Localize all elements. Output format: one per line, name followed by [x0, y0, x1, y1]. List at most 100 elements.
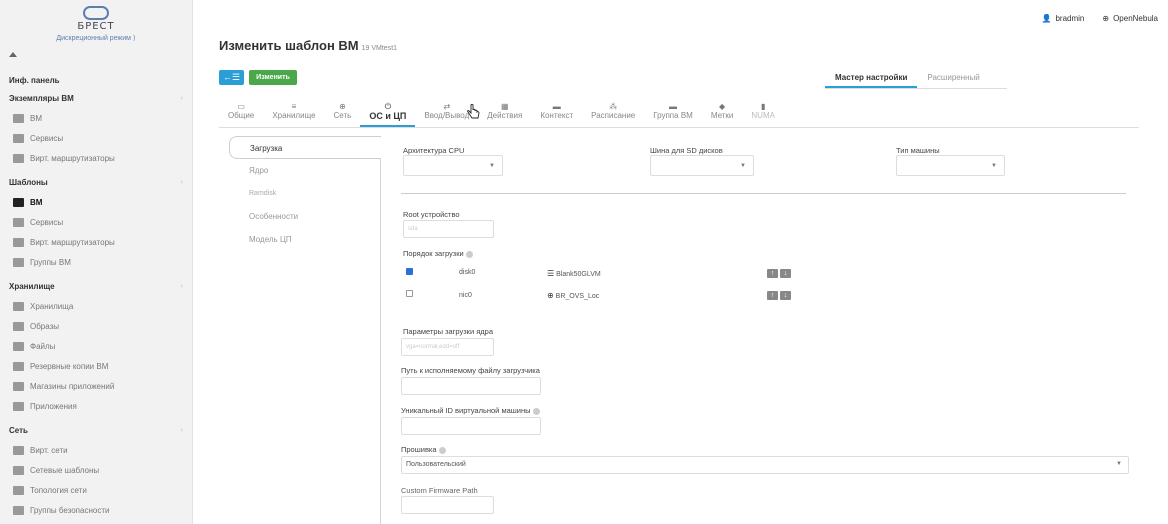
tab-10[interactable]: ▮ NUMA	[742, 98, 784, 127]
sidebar: БРЕСТ Дискреционный режим ⟩ Инф. панель …	[0, 0, 193, 524]
sidebar-item[interactable]: ВМ	[0, 192, 192, 212]
vtab-0[interactable]: Загрузка	[229, 136, 381, 159]
custom-firmware-input[interactable]	[401, 496, 494, 514]
vtab-3[interactable]: Особенности	[229, 205, 380, 228]
move-up-button[interactable]: ↑	[767, 269, 778, 278]
root-device-input[interactable]: sda	[403, 220, 494, 238]
sidebar-item[interactable]: Магазины приложений	[0, 376, 192, 396]
copy-icon	[13, 465, 24, 475]
cart-icon	[13, 381, 24, 391]
tab-icon: ▬	[669, 102, 678, 111]
sidebar-item[interactable]: Вирт. маршрутизаторы	[0, 148, 192, 168]
tab-9[interactable]: ◆ Метки	[702, 98, 743, 127]
sidebar-item-label: Вирт. маршрутизаторы	[30, 153, 115, 163]
tab-icon: ⊕	[339, 102, 346, 111]
help-icon[interactable]	[532, 407, 540, 415]
tab-icon: ≡	[291, 102, 297, 111]
tab-icon: ⇄	[443, 102, 451, 111]
boot-item-target: ☰ Blank50GLVM	[547, 269, 601, 278]
globe-icon: ⊕	[1102, 14, 1110, 23]
sidebar-item-label: Группы ВМ	[30, 257, 71, 267]
sidebar-section-title[interactable]: Экземпляры ВМ ‹	[0, 90, 192, 108]
boot-disk0-checkbox[interactable]	[406, 268, 413, 275]
help-icon[interactable]	[438, 446, 446, 454]
boot-order-label: Порядок загрузки	[403, 249, 473, 258]
vtab-4[interactable]: Модель ЦП	[229, 228, 380, 251]
boot-item-name: disk0	[459, 269, 476, 276]
tab-5[interactable]: ▦ Действия	[478, 98, 531, 127]
sidebar-item-label: Резервные копии ВМ	[30, 361, 109, 371]
tab-7[interactable]: ⁂ Расписание	[582, 98, 644, 127]
user-menu[interactable]: 👤 bradmin	[1042, 14, 1085, 23]
sd-bus-select[interactable]: ▼	[650, 155, 754, 176]
sidebar-item[interactable]: Хранилища	[0, 296, 192, 316]
cpu-arch-select[interactable]: ▼	[403, 155, 503, 176]
tab-8[interactable]: ▬ Группа ВМ	[644, 98, 702, 127]
tab-wizard[interactable]: Мастер настройки	[825, 68, 918, 88]
mode-indicator[interactable]: Дискреционный режим ⟩	[0, 34, 192, 42]
tab-0[interactable]: ▭ Общие	[219, 98, 263, 127]
tab-3[interactable]: ⏻ ОС и ЦП	[360, 98, 416, 127]
sidebar-section-title[interactable]: Хранилище ‹	[0, 278, 192, 296]
sidebar-item[interactable]: Сервисы	[0, 128, 192, 148]
mode-tabs: Мастер настройки Расширенный	[825, 68, 1007, 89]
tab-advanced[interactable]: Расширенный	[917, 68, 989, 88]
sidebar-item[interactable]: Приложения	[0, 396, 192, 416]
back-button[interactable]: ←☰	[219, 70, 244, 85]
sidebar-section-title[interactable]: Шаблоны ‹	[0, 174, 192, 192]
tab-2[interactable]: ⊕ Сеть	[325, 98, 361, 127]
divider	[401, 193, 1126, 194]
sidebar-item[interactable]: Файлы	[0, 336, 192, 356]
os-cpu-vertical-tabs: Загрузка Ядро Ramdisk Особенности Модель ЦП	[229, 136, 381, 524]
sidebar-item-label: Магазины приложений	[30, 381, 115, 391]
topology-icon	[13, 485, 24, 495]
sidebar-item[interactable]: Резервные копии ВМ	[0, 356, 192, 376]
uuid-input[interactable]	[401, 417, 541, 435]
machine-type-select[interactable]: ▼	[896, 155, 1005, 176]
disk-icon: ☰	[547, 269, 555, 278]
sidebar-item-label: Приложения	[30, 401, 77, 411]
move-down-button[interactable]: ↓	[780, 269, 791, 278]
sidebar-item[interactable]: Группы ВМ	[0, 252, 192, 272]
update-button[interactable]: Изменить	[249, 70, 297, 85]
sidebar-item[interactable]: Образы	[0, 316, 192, 336]
hand-cursor-icon	[467, 104, 480, 119]
sidebar-item-label: ВМ	[30, 197, 43, 207]
sidebar-item[interactable]: Сетевые шаблоны	[0, 460, 192, 480]
sidebar-item[interactable]: Вирт. маршрутизаторы	[0, 232, 192, 252]
backup-icon	[13, 361, 24, 371]
tab-1[interactable]: ≡ Хранилище	[263, 98, 324, 127]
vtab-2[interactable]: Ramdisk	[229, 182, 380, 205]
cpu-arch-label: Архитектура CPU	[403, 146, 465, 155]
sidebar-item[interactable]: Сервисы	[0, 212, 192, 232]
sidebar-item-label: Сетевые шаблоны	[30, 465, 100, 475]
sidebar-item-dashboard[interactable]: Инф. панель	[0, 72, 192, 90]
tab-6[interactable]: ▬ Контекст	[531, 98, 582, 127]
firmware-select[interactable]: Пользовательский ▼	[401, 456, 1129, 474]
sidebar-item[interactable]: Вирт. сети	[0, 440, 192, 460]
sidebar-item[interactable]: Топология сети	[0, 480, 192, 500]
logo[interactable]: БРЕСТ Дискреционный режим ⟩	[0, 0, 192, 60]
router-icon	[13, 237, 24, 247]
zone-menu[interactable]: ⊕ OpenNebula	[1102, 14, 1158, 23]
copy-icon	[13, 217, 24, 227]
sidebar-section-title[interactable]: Сеть ‹	[0, 422, 192, 440]
sidebar-item[interactable]: ВМ	[0, 108, 192, 128]
globe-icon: ⊕	[547, 291, 554, 300]
bootloader-input[interactable]	[401, 377, 541, 395]
sidebar-item-label: Группы безопасности	[30, 505, 110, 515]
user-icon: 👤	[1041, 14, 1052, 23]
move-down-button[interactable]: ↓	[780, 291, 791, 300]
caret-down-icon: ▼	[991, 163, 997, 169]
collapse-sidebar-icon[interactable]	[9, 52, 17, 57]
help-icon[interactable]	[465, 250, 473, 258]
move-up-button[interactable]: ↑	[767, 291, 778, 300]
logo-text: БРЕСТ	[77, 21, 115, 32]
kernel-params-input[interactable]: vga=normal,edd=off	[401, 338, 494, 356]
files-icon	[13, 341, 24, 351]
vtab-1[interactable]: Ядро	[229, 159, 380, 182]
user-bar: 👤 bradmin ⊕ OpenNebula	[1042, 14, 1159, 23]
sidebar-item[interactable]: Группы безопасности	[0, 500, 192, 520]
boot-item-name: nic0	[459, 292, 472, 299]
boot-nic0-checkbox[interactable]	[406, 290, 413, 297]
